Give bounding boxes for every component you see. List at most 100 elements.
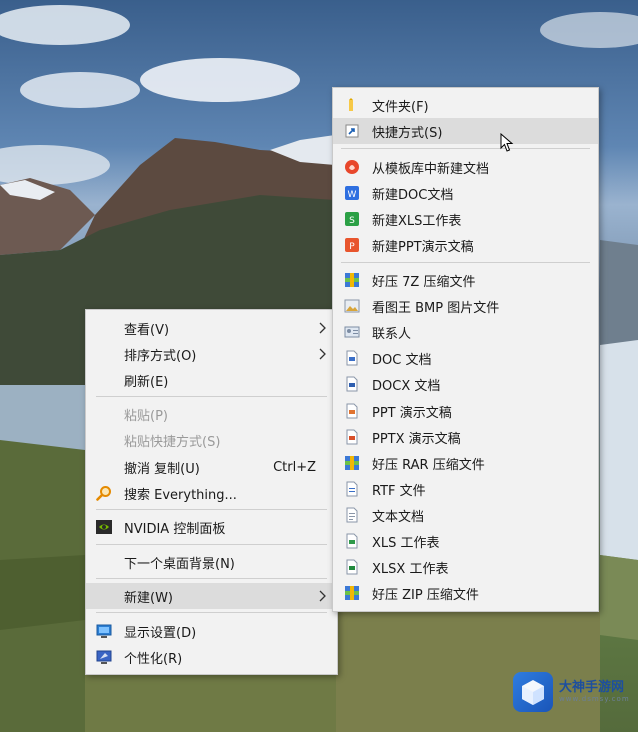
menu-separator [96,578,327,579]
submenu-item-label: 好压 ZIP 压缩文件 [372,587,479,603]
menu-separator [96,509,327,510]
submenu-item-folder[interactable]: 文件夹(F) [333,92,598,118]
submenu-item-label: 新建XLS工作表 [372,213,462,229]
submenu-item-xls-file[interactable]: XLS 工作表 [333,528,598,554]
menu-item-label: 下一个桌面背景(N) [124,556,235,572]
submenu-item-new-ppt[interactable]: P 新建PPT演示文稿 [333,232,598,258]
submenu-item-rtf-file[interactable]: RTF 文件 [333,476,598,502]
docx-file-icon [346,376,358,392]
submenu-item-xlsx-file[interactable]: XLSX 工作表 [333,554,598,580]
submenu-item-label: 文件夹(F) [372,99,429,115]
submenu-item-label: DOCX 文档 [372,378,441,394]
submenu-item-label: DOC 文档 [372,352,432,368]
submenu-item-label: 快捷方式(S) [372,125,443,141]
submenu-item-contact[interactable]: 联系人 [333,319,598,345]
doc-file-icon [346,350,358,366]
menu-item-label: 查看(V) [124,322,170,338]
submenu-item-pptx-file[interactable]: PPTX 演示文稿 [333,424,598,450]
menu-item-label: 显示设置(D) [124,625,197,641]
folder-icon [349,98,353,111]
wps-ppt-icon: P [345,238,359,252]
submenu-item-text-file[interactable]: 文本文档 [333,502,598,528]
menu-separator [96,396,327,397]
chevron-right-icon [319,322,326,334]
archive-7z-icon [345,273,359,287]
submenu-item-rar-archive[interactable]: 好压 RAR 压缩文件 [333,450,598,476]
chevron-right-icon [319,348,326,360]
menu-separator [96,544,327,545]
watermark-url: www.dsmsy.com [559,695,630,703]
menu-item-nvidia-control-panel[interactable]: NVIDIA 控制面板 [86,514,337,540]
wps-doc-icon: W [345,186,359,200]
rtf-file-icon [346,481,358,497]
ppt-file-icon [346,403,358,419]
submenu-item-docx-file[interactable]: DOCX 文档 [333,371,598,397]
menu-item-label: 粘贴(P) [124,408,168,424]
archive-zip-icon [345,586,359,600]
magnifier-icon [96,486,111,501]
bmp-image-icon [344,299,360,313]
submenu-item-ppt-file[interactable]: PPT 演示文稿 [333,398,598,424]
menu-separator [96,612,327,613]
personalize-icon [96,650,112,664]
menu-item-paste[interactable]: 粘贴(P) [86,401,337,427]
submenu-item-label: 好压 RAR 压缩文件 [372,457,485,473]
desktop-context-menu: 查看(V) 排序方式(O) 刷新(E) 粘贴(P) 粘贴快捷方式(S) 撤消 复… [85,309,338,675]
submenu-item-label: 从模板库中新建文档 [372,161,490,177]
menu-item-refresh[interactable]: 刷新(E) [86,367,337,393]
menu-item-personalize[interactable]: 个性化(R) [86,644,337,670]
nvidia-icon [96,520,112,534]
menu-item-label: 新建(W) [124,590,173,606]
menu-item-display-settings[interactable]: 显示设置(D) [86,618,337,644]
submenu-item-label: 新建DOC文档 [372,187,454,203]
submenu-item-zip-archive[interactable]: 好压 ZIP 压缩文件 [333,580,598,606]
submenu-item-label: PPT 演示文稿 [372,405,452,421]
svg-text:S: S [349,216,355,226]
menu-item-label: 撤消 复制(U) [124,461,200,477]
menu-item-paste-shortcut[interactable]: 粘贴快捷方式(S) [86,427,337,453]
menu-item-label: 排序方式(O) [124,348,197,364]
submenu-item-label: 文本文档 [372,509,425,525]
wps-xls-icon: S [345,212,359,226]
submenu-item-new-xls[interactable]: S 新建XLS工作表 [333,206,598,232]
menu-item-view[interactable]: 查看(V) [86,315,337,341]
menu-item-label: 个性化(R) [124,651,183,667]
submenu-item-label: 好压 7Z 压缩文件 [372,274,476,290]
menu-item-label: NVIDIA 控制面板 [124,521,226,537]
menu-item-search-everything[interactable]: 搜索 Everything... [86,480,337,506]
watermark-name: 大神手游网 [559,680,625,695]
submenu-item-bmp-image[interactable]: 看图王 BMP 图片文件 [333,293,598,319]
submenu-item-label: 新建PPT演示文稿 [372,239,474,255]
submenu-item-new-doc[interactable]: W 新建DOC文档 [333,180,598,206]
xlsx-file-icon [346,559,358,575]
menu-item-sort-by[interactable]: 排序方式(O) [86,341,337,367]
menu-item-label: 搜索 Everything... [124,487,237,503]
archive-rar-icon [345,456,359,470]
menu-item-new[interactable]: 新建(W) [86,583,337,609]
menu-item-label: 粘贴快捷方式(S) [124,434,221,450]
svg-text:P: P [349,242,355,252]
new-submenu: 文件夹(F) 快捷方式(S) 从模板库中新建文档 W 新建DOC文档 S 新建X… [332,87,599,612]
shortcut-icon [345,124,359,138]
site-watermark-logo: 大神手游网 www.dsmsy.com [513,670,633,714]
template-icon [345,160,359,174]
submenu-item-doc-file[interactable]: DOC 文档 [333,345,598,371]
submenu-item-label: RTF 文件 [372,483,426,499]
display-settings-icon [96,624,112,638]
submenu-item-shortcut[interactable]: 快捷方式(S) [333,118,598,144]
chevron-right-icon [319,590,326,602]
submenu-item-label: 联系人 [372,326,412,342]
menu-item-shortcut: Ctrl+Z [273,459,316,475]
submenu-item-label: XLSX 工作表 [372,561,449,577]
cube-logo-icon [513,672,553,712]
svg-text:W: W [348,190,357,200]
submenu-item-7z-archive[interactable]: 好压 7Z 压缩文件 [333,267,598,293]
xls-file-icon [346,533,358,549]
menu-item-label: 刷新(E) [124,374,169,390]
menu-separator [341,262,590,263]
submenu-item-template-library[interactable]: 从模板库中新建文档 [333,154,598,180]
submenu-item-label: XLS 工作表 [372,535,440,551]
submenu-item-label: PPTX 演示文稿 [372,431,461,447]
menu-item-undo-copy[interactable]: 撤消 复制(U) Ctrl+Z [86,454,337,480]
menu-item-next-desktop-background[interactable]: 下一个桌面背景(N) [86,549,337,575]
